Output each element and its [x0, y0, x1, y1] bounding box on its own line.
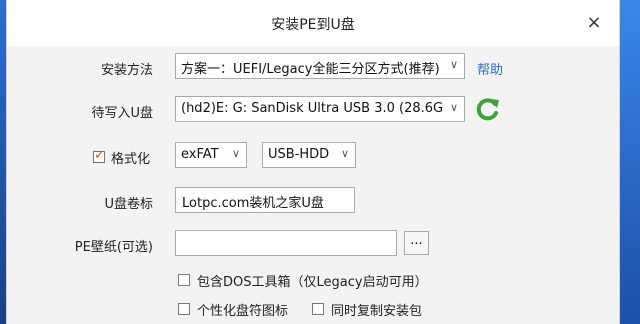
dos-tools-label: 包含DOS工具箱（仅Legacy启动可用）: [197, 275, 428, 290]
copy-installer-label: 同时复制安装包: [331, 304, 423, 319]
boot-mode-value: USB-HDD: [268, 147, 330, 162]
filesystem-select[interactable]: exFAT ∨: [175, 142, 247, 168]
chevron-down-icon: ∨: [449, 101, 458, 114]
target-drive-value: (hd2)E: G: SanDisk Ultra USB 3.0 (28.6GB…: [181, 101, 442, 116]
volume-label-input[interactable]: Lotpc.com装机之家U盘: [175, 187, 355, 213]
install-pe-dialog: 安装PE到U盘 × 安装方法 方案一：UEFI/Legacy全能三分区方式(推荐…: [6, 0, 620, 324]
chevron-down-icon: ∨: [231, 147, 240, 160]
title-bar: 安装PE到U盘 ×: [7, 0, 619, 46]
dos-tools-checkbox[interactable]: [178, 274, 190, 286]
check-icon: ✓: [94, 148, 105, 163]
format-label: 格式化: [111, 152, 151, 167]
custom-icon-checkbox[interactable]: [178, 303, 190, 315]
format-checkbox[interactable]: ✓: [93, 148, 105, 163]
close-icon[interactable]: ×: [581, 12, 607, 34]
browse-button[interactable]: ...: [404, 231, 429, 255]
install-method-select[interactable]: 方案一：UEFI/Legacy全能三分区方式(推荐) ∨: [175, 53, 465, 79]
boot-mode-select[interactable]: USB-HDD ∨: [262, 142, 356, 168]
custom-icon-label: 个性化盘符图标: [197, 304, 289, 319]
target-drive-select[interactable]: (hd2)E: G: SanDisk Ultra USB 3.0 (28.6GB…: [175, 96, 465, 122]
wallpaper-label: PE壁纸(可选): [74, 240, 153, 255]
chevron-down-icon: ∨: [449, 58, 458, 71]
desktop-background-right: [620, 0, 640, 324]
help-link[interactable]: 帮助: [477, 59, 503, 78]
window-title: 安装PE到U盘: [271, 17, 355, 33]
volume-label-value: Lotpc.com装机之家U盘: [182, 196, 324, 211]
chevron-down-icon: ∨: [340, 147, 349, 160]
install-method-value: 方案一：UEFI/Legacy全能三分区方式(推荐): [181, 62, 440, 77]
refresh-icon[interactable]: [475, 96, 501, 122]
wallpaper-input[interactable]: [175, 230, 397, 256]
target-drive-label: 待写入U盘: [91, 106, 153, 121]
filesystem-value: exFAT: [181, 147, 219, 162]
copy-installer-checkbox[interactable]: [312, 303, 324, 315]
install-method-label: 安装方法: [100, 63, 153, 78]
volume-label-label: U盘卷标: [104, 197, 153, 212]
